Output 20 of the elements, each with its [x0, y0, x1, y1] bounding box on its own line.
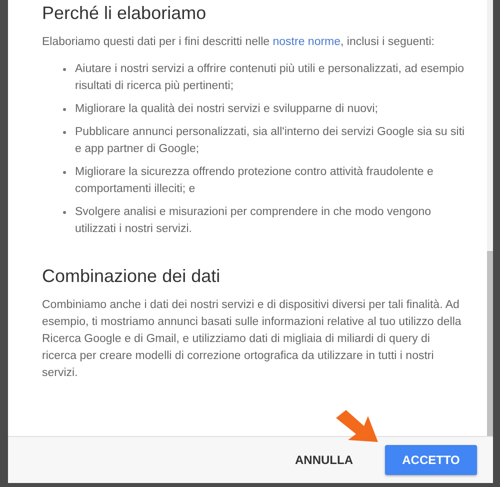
list-item-text: Svolgere analisi e misurazioni per comprendere in che modo vengono utilizzati i nostri servizi.	[75, 205, 432, 237]
bullet-icon	[63, 171, 66, 174]
bullet-icon	[63, 108, 66, 111]
cancel-button[interactable]: ANNULLA	[291, 445, 357, 475]
bullet-icon	[63, 211, 66, 214]
scrollbar-thumb[interactable]	[487, 251, 493, 436]
policy-link[interactable]: nostre norme	[272, 36, 341, 48]
list-item-text: Aiutare i nostri servizi a offrire contenuti più utili e personalizzati, ad esempio risultati di ricerca più pertinenti;	[75, 62, 466, 94]
bullet-icon	[63, 68, 66, 71]
body-text: Combiniamo anche i dati dei nostri servizi e di dispositivi diversi per tali finalità. Ad esempio, ti mostriamo annunci basati sulle informazioni relative al tuo utilizzo della Ricerca Google e di Gmail, e utilizziamo dati di migliaia di miliardi di query di ricerca per creare modelli di correzione ortografica da utilizzare in tutti i nostri servizi.	[42, 298, 462, 381]
list-item-text: Migliorare la qualità dei nostri servizi e svilupparne di nuovi;	[75, 102, 379, 117]
arrow-icon	[334, 410, 380, 444]
list-item-text: Migliorare la sicurezza offrendo protezione contro attività fraudolente e comportamenti illeciti; e	[75, 165, 434, 197]
accept-button[interactable]: ACCETTO	[385, 445, 477, 475]
section-heading: Perché li elaboriamo	[42, 3, 208, 24]
bullet-icon	[63, 131, 66, 134]
intro-text: Elaboriamo questi dati per i fini descritti nelle nostre norme, inclusi i seguenti:	[42, 35, 436, 50]
scrollbar[interactable]	[487, 0, 493, 436]
section-heading: Combinazione dei dati	[42, 266, 222, 287]
list-item-text: Pubblicare annunci personalizzati, sia all'interno dei servizi Google sia su siti e app partner di Google;	[75, 125, 466, 157]
